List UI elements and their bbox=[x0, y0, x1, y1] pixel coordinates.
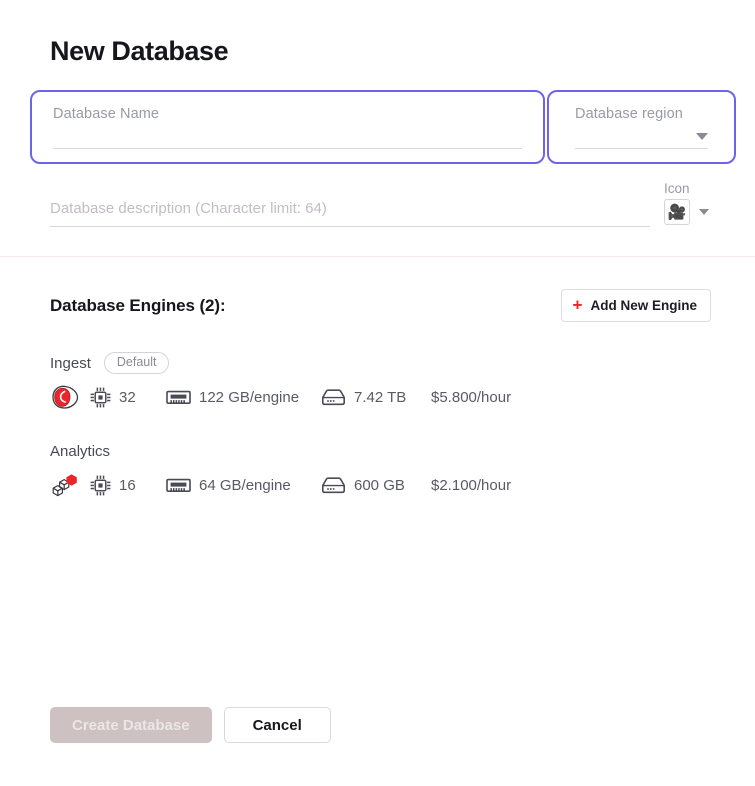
add-new-engine-label: Add New Engine bbox=[590, 297, 697, 313]
plus-icon: + bbox=[572, 295, 583, 315]
engine-list: Ingest Default ingest-engine-icon bbox=[50, 352, 511, 528]
engine-cpu-value: 16 bbox=[119, 476, 136, 494]
database-region-underline bbox=[575, 148, 708, 149]
cpu-icon bbox=[90, 475, 111, 495]
footer-actions: Create Database Cancel bbox=[50, 707, 331, 743]
database-description-input[interactable] bbox=[50, 200, 650, 227]
engines-title: Database Engines (2): bbox=[50, 295, 226, 315]
default-badge: Default bbox=[103, 352, 170, 374]
engine-disk: 600 GB bbox=[321, 476, 431, 495]
engine-disk-value: 600 GB bbox=[354, 476, 405, 494]
engine-name: Analytics bbox=[50, 442, 111, 460]
engine-row: Ingest Default ingest-engine-icon bbox=[50, 352, 511, 411]
new-database-page: New Database Database Name Database regi… bbox=[0, 0, 755, 786]
database-name-field[interactable]: Database Name bbox=[30, 90, 545, 164]
engine-price-value: $2.100/hour bbox=[431, 476, 512, 494]
cancel-button[interactable]: Cancel bbox=[223, 707, 331, 743]
engine-cpu: 16 bbox=[90, 475, 166, 496]
disk-icon bbox=[322, 388, 345, 405]
icon-picker: Icon 🎥 bbox=[664, 181, 724, 225]
add-new-engine-button[interactable]: + Add New Engine bbox=[560, 289, 711, 322]
engine-specs: analytics-engine-icon 16 bbox=[50, 471, 511, 499]
engine-name-line: Ingest Default bbox=[50, 352, 511, 374]
analytics-engine-icon: analytics-engine-icon bbox=[50, 472, 90, 498]
engine-specs: ingest-engine-icon 32 bbox=[50, 383, 511, 411]
engine-cpu-value: 32 bbox=[119, 388, 136, 406]
engine-price: $5.800/hour bbox=[431, 389, 511, 406]
ingest-engine-icon: ingest-engine-icon bbox=[50, 384, 90, 410]
engine-ram: 64 GB/engine bbox=[166, 476, 321, 495]
selected-icon-swatch[interactable]: 🎥 bbox=[664, 199, 690, 225]
page-title: New Database bbox=[50, 36, 229, 66]
create-database-button[interactable]: Create Database bbox=[50, 707, 212, 743]
section-divider bbox=[0, 256, 755, 257]
engines-header: Database Engines (2): + Add New Engine bbox=[50, 289, 711, 322]
engine-ram-value: 122 GB/engine bbox=[199, 388, 300, 406]
database-name-input[interactable] bbox=[53, 102, 522, 148]
icon-picker-label: Icon bbox=[664, 181, 690, 196]
chevron-down-icon[interactable] bbox=[699, 209, 709, 215]
engine-name: Ingest bbox=[50, 354, 91, 372]
engine-price: $2.100/hour bbox=[431, 477, 511, 494]
database-region-label: Database region bbox=[575, 106, 683, 122]
chevron-down-icon[interactable] bbox=[696, 133, 708, 140]
engine-cpu: 32 bbox=[90, 387, 166, 408]
ram-icon bbox=[166, 478, 191, 492]
database-name-underline bbox=[53, 148, 522, 149]
cpu-icon bbox=[90, 387, 111, 407]
engine-disk: 7.42 TB bbox=[321, 388, 431, 407]
engine-ram-value: 64 GB/engine bbox=[199, 476, 291, 494]
engine-row: Analytics analytics-engine-icon bbox=[50, 440, 511, 499]
engine-ram: 122 GB/engine bbox=[166, 388, 321, 407]
ram-icon bbox=[166, 390, 191, 404]
database-region-field[interactable]: Database region bbox=[547, 90, 736, 164]
top-form-row: Database Name Database region bbox=[30, 90, 736, 164]
database-description-wrap bbox=[50, 200, 650, 227]
engine-name-line: Analytics bbox=[50, 440, 511, 462]
disk-icon bbox=[322, 476, 345, 493]
engine-disk-value: 7.42 TB bbox=[354, 388, 407, 406]
icon-picker-row: 🎥 bbox=[664, 199, 724, 225]
engine-price-value: $5.800/hour bbox=[431, 388, 512, 406]
